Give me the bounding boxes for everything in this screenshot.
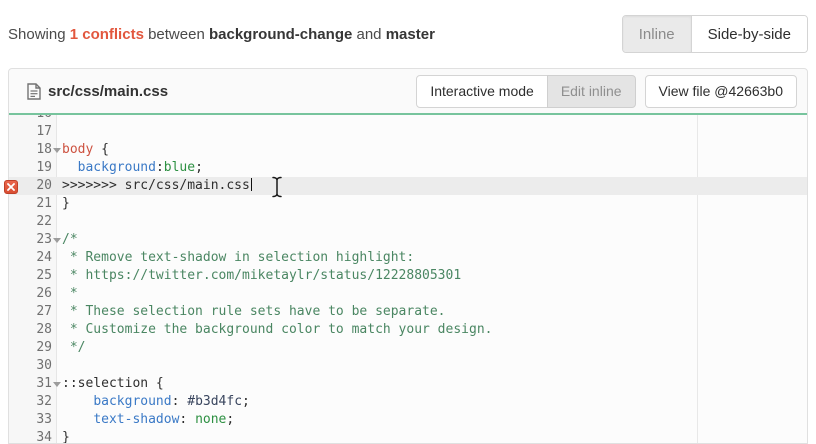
fold-toggle-icon[interactable] xyxy=(53,238,61,243)
line-number-25: 25 xyxy=(9,267,58,285)
file-icon xyxy=(27,83,41,100)
line-number-29: 29 xyxy=(9,339,58,357)
code-line-content: * https://twitter.com/miketaylr/status/1… xyxy=(58,267,807,285)
conflict-summary-text: Showing 1 conflicts between background-c… xyxy=(8,26,435,43)
line-number-33: 33 xyxy=(9,411,58,429)
code-line-content xyxy=(58,115,807,123)
code-editor[interactable]: 161718body {19 background:blue;20>>>>>>>… xyxy=(9,115,807,443)
code-line-30[interactable]: 30 xyxy=(9,357,807,375)
file-panel-header: src/css/main.css Interactive mode Edit i… xyxy=(9,69,807,115)
target-branch: master xyxy=(386,26,435,43)
summary-and: and xyxy=(357,26,382,43)
code-line-21[interactable]: 21} xyxy=(9,195,807,213)
line-number-16: 16 xyxy=(9,115,58,123)
code-line-content: * Customize the background color to matc… xyxy=(58,321,807,339)
text-caret xyxy=(251,178,253,191)
line-number-27: 27 xyxy=(9,303,58,321)
code-line-content xyxy=(58,123,807,141)
code-line-27[interactable]: 27 * These selection rule sets have to b… xyxy=(9,303,807,321)
code-line-content: * Remove text-shadow in selection highli… xyxy=(58,249,807,267)
code-line-23[interactable]: 23/* xyxy=(9,231,807,249)
code-line-18[interactable]: 18body { xyxy=(9,141,807,159)
line-number-26: 26 xyxy=(9,285,58,303)
interactive-mode-button[interactable]: Interactive mode xyxy=(416,75,548,108)
conflict-count: 1 conflicts xyxy=(70,26,144,43)
code-line-content: * xyxy=(58,285,807,303)
line-number-17: 17 xyxy=(9,123,58,141)
code-line-content: /* xyxy=(58,231,807,249)
source-branch: background-change xyxy=(209,26,352,43)
code-line-content xyxy=(58,357,807,375)
line-number-31: 31 xyxy=(9,375,58,393)
file-conflict-panel: src/css/main.css Interactive mode Edit i… xyxy=(8,68,808,444)
code-line-content: background: #b3d4fc; xyxy=(58,393,807,411)
line-number-23: 23 xyxy=(9,231,58,249)
line-number-28: 28 xyxy=(9,321,58,339)
code-lines: 161718body {19 background:blue;20>>>>>>>… xyxy=(9,115,807,443)
code-line-33[interactable]: 33 text-shadow: none; xyxy=(9,411,807,429)
code-line-content: text-shadow: none; xyxy=(58,411,807,429)
code-line-17[interactable]: 17 xyxy=(9,123,807,141)
code-line-22[interactable]: 22 xyxy=(9,213,807,231)
code-line-19[interactable]: 19 background:blue; xyxy=(9,159,807,177)
view-mode-toggle: Inline Side-by-side xyxy=(622,15,808,53)
code-line-26[interactable]: 26 * xyxy=(9,285,807,303)
line-number-21: 21 xyxy=(9,195,58,213)
code-line-16[interactable]: 16 xyxy=(9,115,807,123)
code-line-31[interactable]: 31::selection { xyxy=(9,375,807,393)
line-number-32: 32 xyxy=(9,393,58,411)
file-panel-actions: Interactive mode Edit inline View file @… xyxy=(416,75,797,108)
inline-view-button[interactable]: Inline xyxy=(623,16,692,52)
summary-between: between xyxy=(148,26,205,43)
code-line-29[interactable]: 29 */ xyxy=(9,339,807,357)
line-number-30: 30 xyxy=(9,357,58,375)
line-number-19: 19 xyxy=(9,159,58,177)
file-title: src/css/main.css xyxy=(27,83,168,100)
code-line-content: } xyxy=(58,429,807,443)
view-file-button[interactable]: View file @42663b0 xyxy=(645,75,797,108)
code-line-content xyxy=(58,213,807,231)
fold-toggle-icon[interactable] xyxy=(53,382,61,387)
code-line-content: ::selection { xyxy=(58,375,807,393)
code-line-content: } xyxy=(58,195,807,213)
code-line-content: */ xyxy=(58,339,807,357)
code-line-25[interactable]: 25 * https://twitter.com/miketaylr/statu… xyxy=(9,267,807,285)
code-line-content: * These selection rule sets have to be s… xyxy=(58,303,807,321)
code-line-24[interactable]: 24 * Remove text-shadow in selection hig… xyxy=(9,249,807,267)
conflict-error-marker-icon xyxy=(4,180,18,194)
code-line-32[interactable]: 32 background: #b3d4fc; xyxy=(9,393,807,411)
fold-toggle-icon[interactable] xyxy=(53,148,61,153)
code-line-content: body { xyxy=(58,141,807,159)
line-number-24: 24 xyxy=(9,249,58,267)
code-line-34[interactable]: 34} xyxy=(9,429,807,443)
code-line-20[interactable]: 20>>>>>>> src/css/main.css xyxy=(9,177,807,195)
file-name: src/css/main.css xyxy=(48,83,168,100)
edit-mode-button-group: Interactive mode Edit inline xyxy=(416,75,635,108)
line-number-18: 18 xyxy=(9,141,58,159)
conflict-summary-bar: Showing 1 conflicts between background-c… xyxy=(0,0,816,68)
code-line-content: >>>>>>> src/css/main.css xyxy=(58,177,807,195)
side-by-side-view-button[interactable]: Side-by-side xyxy=(692,16,807,52)
code-line-content: background:blue; xyxy=(58,159,807,177)
edit-inline-button[interactable]: Edit inline xyxy=(547,75,636,108)
line-number-22: 22 xyxy=(9,213,58,231)
summary-prefix: Showing xyxy=(8,26,66,43)
code-line-28[interactable]: 28 * Customize the background color to m… xyxy=(9,321,807,339)
line-number-34: 34 xyxy=(9,429,58,443)
